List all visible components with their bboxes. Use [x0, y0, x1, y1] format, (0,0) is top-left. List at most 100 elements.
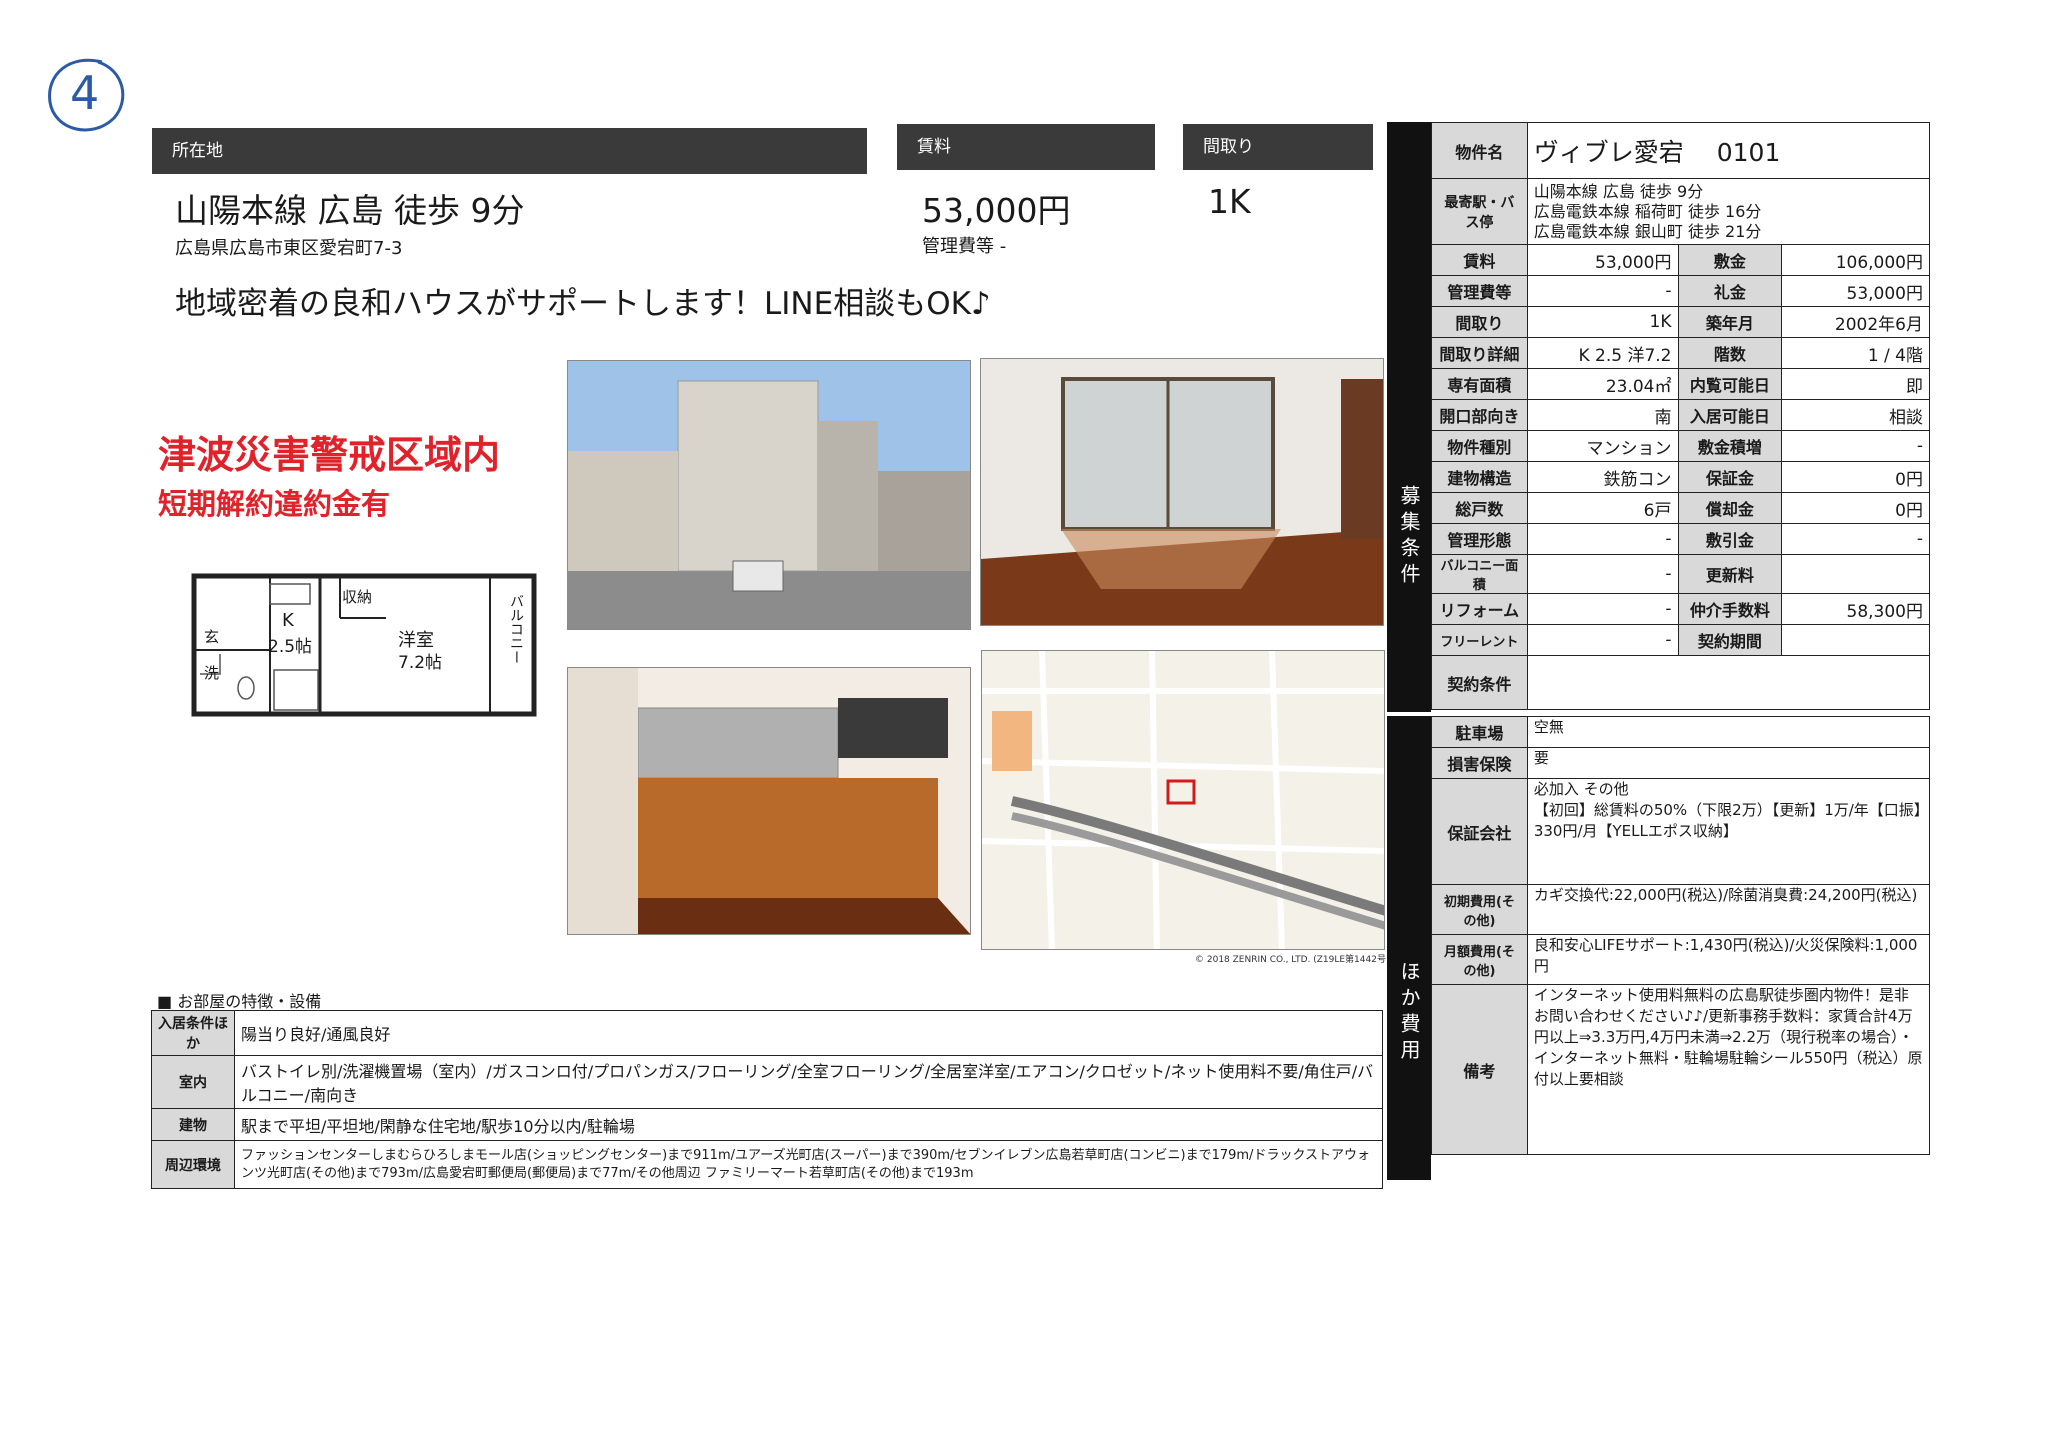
contract-conditions-value: [1526, 655, 1931, 710]
table-row: 契約条件: [1431, 655, 1931, 710]
condition-label: 階数: [1677, 337, 1783, 369]
warning-stamp: 津波災害警戒区域内 短期解約違約金有: [158, 424, 518, 523]
contract-conditions-label: 契約条件: [1431, 655, 1528, 710]
condition-value: 鉄筋コン: [1526, 461, 1679, 493]
table-row: 損害保険要: [1431, 747, 1931, 779]
condition-value: 相談: [1781, 399, 1930, 431]
cost-value: 要: [1526, 747, 1931, 779]
condition-label: 開口部向き: [1431, 399, 1528, 431]
management-fee: 管理費等 -: [922, 236, 1007, 257]
cost-label: 損害保険: [1431, 747, 1528, 779]
features-label: 建物: [151, 1108, 235, 1141]
table-row: 賃料 53,000円 敷金 106,000円: [1431, 244, 1930, 276]
condition-label: 賃料: [1431, 244, 1528, 276]
condition-label: 物件種別: [1431, 430, 1528, 462]
condition-value: -: [1526, 275, 1679, 307]
condition-value: 0円: [1781, 492, 1930, 524]
condition-label: リフォーム: [1431, 593, 1528, 625]
costs-table: 駐車場 空無 損害保険要保証会社 必加入 その他 【初回】総賃料の50%（下限2万）【…: [1431, 716, 1931, 1155]
condition-label: 建物構造: [1431, 461, 1528, 493]
condition-value: 58,300円: [1781, 593, 1930, 625]
balcony-label: バルコニー: [508, 594, 524, 664]
table-row: 専有面積 23.04㎡ 内覧可能日即: [1431, 368, 1930, 400]
condition-value: -: [1526, 624, 1679, 656]
features-value: ファッションセンターしまむらひろしまモール店(ショッピングセンター)まで911m…: [234, 1140, 1383, 1189]
area-map: [981, 650, 1385, 950]
table-row: 周辺環境 ファッションセンターしまむらひろしまモール店(ショッピングセンター)ま…: [151, 1140, 1383, 1189]
condition-value: 2002年6月: [1781, 306, 1930, 338]
condition-value: 南: [1526, 399, 1679, 431]
table-row: 初期費用(その他) カギ交換代:22,000円(税込)/除菌消臭費:24,200円…: [1431, 884, 1931, 935]
condition-label: 敷金積増: [1677, 430, 1783, 462]
condition-value: -: [1781, 430, 1930, 462]
table-row: 駐車場 空無: [1431, 716, 1931, 748]
condition-label: 総戸数: [1431, 492, 1528, 524]
features-value: 陽当り良好/通風良好: [234, 1010, 1383, 1056]
station-line: 広島電鉄本線 稲荷町 徒歩 16分: [1533, 201, 1762, 221]
condition-label: 内覧可能日: [1677, 368, 1783, 400]
condition-label: 間取り詳細: [1431, 337, 1528, 369]
features-value: 駅まで平坦/平坦地/閑静な住宅地/駅歩10分以内/駐輪場: [234, 1108, 1383, 1141]
features-title: ■ お部屋の特徴・設備: [157, 992, 322, 1011]
condition-value: 即: [1781, 368, 1930, 400]
property-name-value: ヴィブレ愛宕 0101: [1526, 122, 1931, 179]
property-name-label: 物件名: [1431, 122, 1528, 179]
features-table: 入居条件ほか 陽当り良好/通風良好 室内 バストイレ別/洗濯機置場（室内）/ガス…: [151, 1010, 1383, 1189]
floor-plan: 玄 洗 K 2.5帖 収納 洋室 7.2帖 バルコニー: [190, 570, 540, 720]
condition-value: [1781, 554, 1930, 594]
rent-value: 53,000円: [922, 191, 1071, 230]
condition-label: 管理費等: [1431, 275, 1528, 307]
layout-header: 間取り: [1183, 124, 1373, 170]
table-row: 間取り詳細 K 2.5 洋7.2 階数 1 / 4階: [1431, 337, 1930, 369]
features-value: バストイレ別/洗濯機置場（室内）/ガスコンロ付/プロパンガス/フローリング/全室…: [234, 1055, 1383, 1109]
kitchen-label: K: [282, 610, 294, 631]
storage-label: 収納: [342, 588, 373, 606]
condition-label: 保証金: [1677, 461, 1783, 493]
condition-value: 1 / 4階: [1781, 337, 1930, 369]
table-row: 最寄駅・バス停 山陽本線 広島 徒歩 9分 広島電鉄本線 稲荷町 徒歩 16分 …: [1431, 178, 1931, 245]
building-exterior-photo: [567, 360, 971, 630]
condition-value: 0円: [1781, 461, 1930, 493]
cost-value: カギ交換代:22,000円(税込)/除菌消臭費:24,200円(税込): [1526, 884, 1931, 935]
condition-value: [1781, 624, 1930, 656]
condition-value: マンション: [1526, 430, 1679, 462]
condition-value: 106,000円: [1781, 244, 1930, 276]
condition-label: 入居可能日: [1677, 399, 1783, 431]
cost-value: 良和安心LIFEサポート:1,430円(税込)/火災保険料:1,000円: [1526, 934, 1931, 985]
table-row: 建物構造 鉄筋コン 保証金 0円: [1431, 461, 1930, 493]
cost-value: 必加入 その他 【初回】総賃料の50%（下限2万）【更新】1万/年【口振】330…: [1526, 778, 1931, 885]
table-row: 室内 バストイレ別/洗濯機置場（室内）/ガスコンロ付/プロパンガス/フローリング…: [151, 1055, 1383, 1109]
handwritten-page-number: 4: [40, 52, 130, 142]
catch-copy: 地域密着の良和ハウスがサポートします！LINE相談もOK♪: [175, 286, 991, 322]
features-label: 室内: [151, 1055, 235, 1109]
condition-label: バルコニー面積: [1431, 554, 1528, 594]
recruitment-conditions-label: 募集条件: [1387, 122, 1431, 712]
sen-label: 洗: [204, 664, 220, 682]
other-costs-label: ほか費用: [1387, 716, 1431, 1180]
condition-label: 礼金: [1677, 275, 1783, 307]
kitchen-size: 2.5帖: [268, 637, 313, 657]
cost-label: 初期費用(その他): [1431, 884, 1528, 935]
location-header: 所在地: [152, 128, 867, 174]
condition-label: 専有面積: [1431, 368, 1528, 400]
table-row: 備考 インターネット使用料無料の広島駅徒歩圏内物件！是非お問い合わせください♪♪/…: [1431, 984, 1931, 1155]
address-text: 広島県広島市東区愛宕町7-3: [175, 238, 403, 259]
condition-value: 53,000円: [1781, 275, 1930, 307]
nearest-station-label: 最寄駅・バス停: [1431, 178, 1528, 245]
condition-value: K 2.5 洋7.2: [1526, 337, 1679, 369]
table-row: リフォーム - 仲介手数料 58,300円: [1431, 593, 1930, 625]
table-row: 管理費等 - 礼金 53,000円: [1431, 275, 1930, 307]
conditions-table: 物件名 ヴィブレ愛宕 0101 最寄駅・バス停 山陽本線 広島 徒歩 9分 広島…: [1431, 122, 1931, 710]
condition-value: 23.04㎡: [1526, 368, 1679, 400]
condition-value: -: [1781, 523, 1930, 555]
table-row: 開口部向き南入居可能日 相談: [1431, 399, 1930, 431]
condition-value: -: [1526, 554, 1679, 594]
nearest-station-list: 山陽本線 広島 徒歩 9分 広島電鉄本線 稲荷町 徒歩 16分 広島電鉄本線 銀…: [1526, 178, 1931, 245]
condition-label: フリーレント: [1431, 624, 1528, 656]
condition-value: -: [1526, 593, 1679, 625]
condition-label: 間取り: [1431, 306, 1528, 338]
cost-label: 駐車場: [1431, 716, 1528, 748]
room-size: 7.2帖: [398, 653, 443, 673]
early-termination-text: 短期解約違約金有: [158, 487, 391, 521]
handwritten-digit: 4: [70, 66, 100, 120]
